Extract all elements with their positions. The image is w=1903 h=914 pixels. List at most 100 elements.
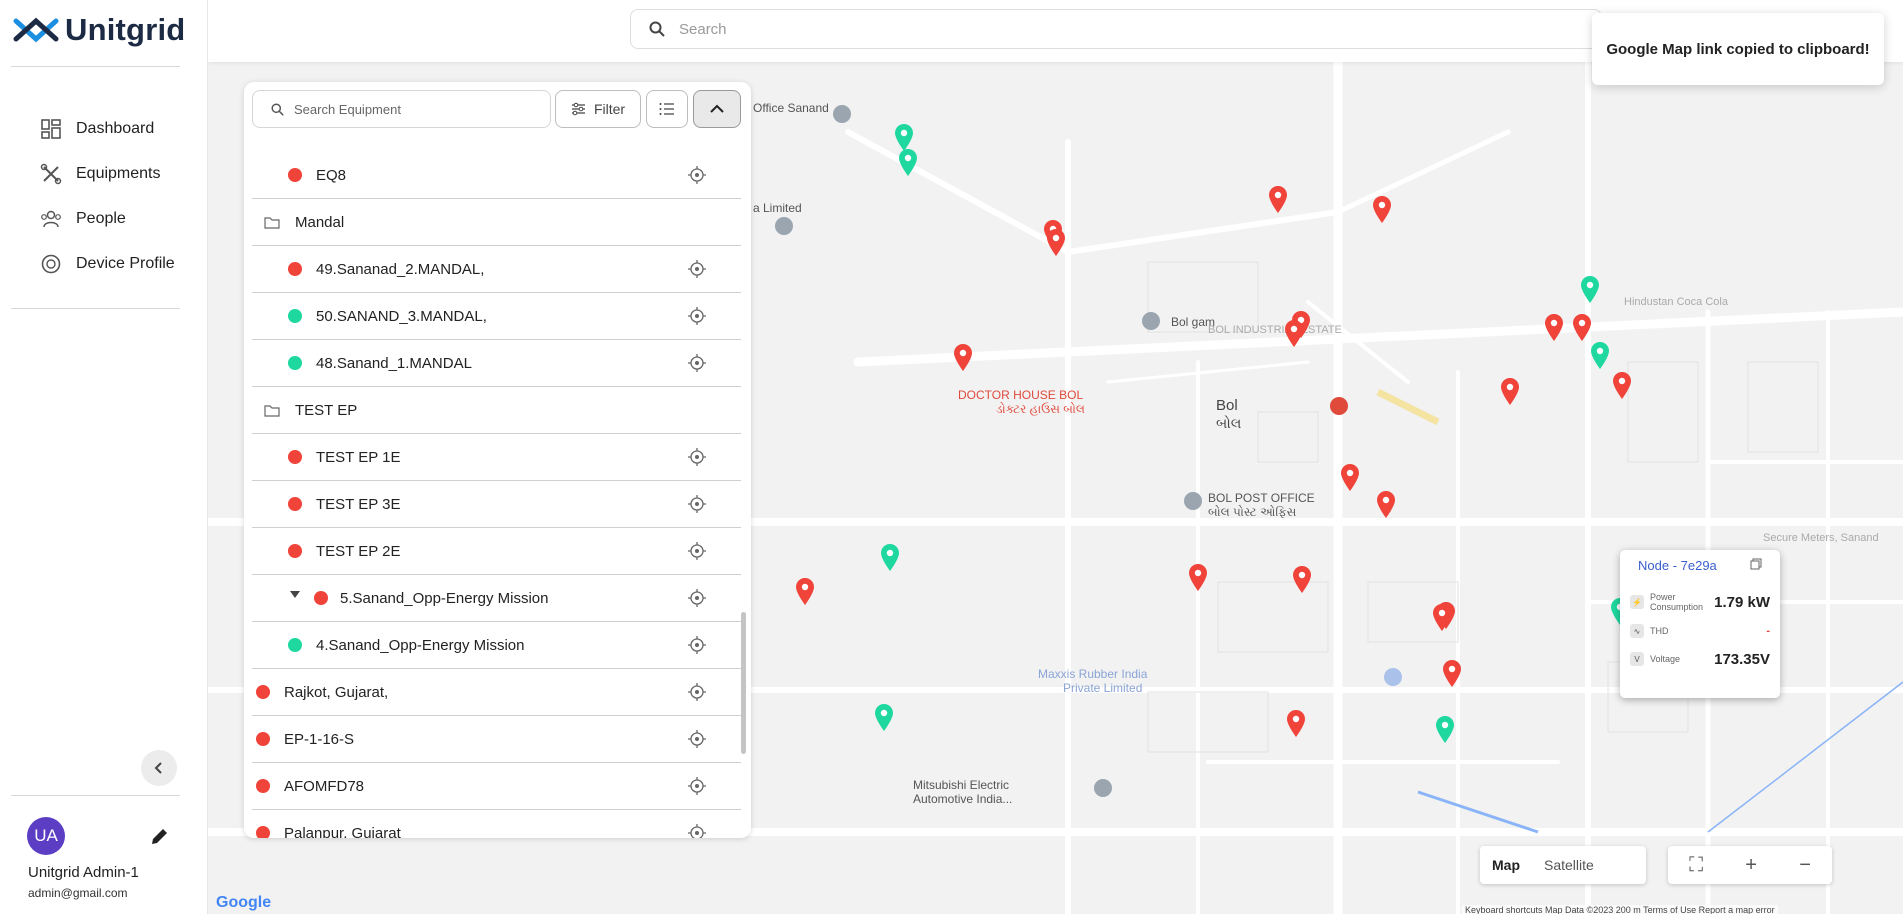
equipment-row[interactable]: Palanpur, Gujarat <box>252 810 741 838</box>
list-scrollbar[interactable] <box>741 612 746 754</box>
locate-target-icon[interactable] <box>688 307 706 325</box>
fullscreen-icon[interactable]: ⛶ <box>1689 854 1703 877</box>
logo[interactable]: Unitgrid <box>13 12 185 48</box>
equipment-search-input[interactable]: Search Equipment <box>252 90 551 128</box>
locate-target-icon[interactable] <box>688 824 706 838</box>
locate-target-icon[interactable] <box>688 589 706 607</box>
map-type-satellite[interactable]: Satellite <box>1532 846 1606 884</box>
status-dot <box>288 638 302 652</box>
caret-down-icon[interactable] <box>290 591 300 598</box>
map-pin-green-icon[interactable] <box>1590 342 1610 370</box>
locate-target-icon[interactable] <box>688 260 706 278</box>
folder-row[interactable]: Mandal <box>252 199 741 246</box>
poi-office-sanand-icon[interactable] <box>833 105 851 123</box>
copy-icon[interactable] <box>1750 558 1762 570</box>
chevron-up-icon <box>710 104 724 113</box>
map-pin-red-icon[interactable] <box>1292 566 1312 594</box>
sidebar-item-equipments[interactable]: Equipments <box>40 151 175 196</box>
map-pin-red-icon[interactable] <box>1286 710 1306 738</box>
map-pin-red-icon[interactable] <box>1612 372 1632 400</box>
sidebar-item-people[interactable]: People <box>40 196 175 241</box>
equipment-row[interactable]: EP-1-16-S <box>252 716 741 763</box>
map-pin-red-icon[interactable] <box>1500 378 1520 406</box>
equipment-row[interactable]: TEST EP 1E <box>252 434 741 481</box>
locate-target-icon[interactable] <box>688 730 706 748</box>
search-placeholder: Search <box>679 20 727 38</box>
poi-bol-gam-icon[interactable] <box>1142 312 1160 330</box>
zoom-in-button[interactable]: + <box>1745 854 1757 877</box>
filter-button[interactable]: Filter <box>555 90 641 128</box>
locate-target-icon[interactable] <box>688 354 706 372</box>
map-pin-red-icon[interactable] <box>1442 660 1462 688</box>
sidebar-item-dashboard[interactable]: Dashboard <box>40 106 175 151</box>
list-view-button[interactable] <box>646 90 688 128</box>
map-pin-red-icon[interactable] <box>1340 464 1360 492</box>
map-pin-green-icon[interactable] <box>1435 716 1455 744</box>
collapse-panel-button[interactable] <box>693 90 741 128</box>
folder-icon <box>264 405 280 417</box>
status-dot <box>288 168 302 182</box>
equipment-label: Rajkot, Gujarat, <box>284 684 389 701</box>
avatar[interactable]: UA <box>27 817 65 855</box>
node-title[interactable]: Node - 7e29a <box>1638 558 1717 573</box>
status-dot <box>256 826 270 838</box>
map-pin-green-icon[interactable] <box>874 704 894 732</box>
sidebar: Unitgrid Dashboard Equipments People Dev… <box>0 0 208 914</box>
map-label-bol-post-office: BOL POST OFFICE <box>1208 491 1315 505</box>
map-pin-red-icon[interactable] <box>1046 229 1066 257</box>
map-pin-red-icon[interactable] <box>1284 320 1304 348</box>
search-input[interactable]: Search <box>630 9 1602 49</box>
equipment-row[interactable]: 49.Sananad_2.MANDAL, <box>252 246 741 293</box>
sidebar-item-device-profile[interactable]: Device Profile <box>40 241 175 286</box>
poi-bol-post-office-icon[interactable] <box>1184 492 1202 510</box>
folder-row[interactable]: TEST EP <box>252 387 741 434</box>
map-pin-green-icon[interactable] <box>894 124 914 152</box>
map-pin-red-icon[interactable] <box>1432 604 1452 632</box>
equipment-row[interactable]: TEST EP 2E <box>252 528 741 575</box>
locate-target-icon[interactable] <box>688 166 706 184</box>
locate-target-icon[interactable] <box>688 495 706 513</box>
poi-maxxis-icon[interactable] <box>1384 668 1402 686</box>
equipment-row[interactable]: 5.Sanand_Opp-Energy Mission <box>252 575 741 622</box>
edit-icon[interactable] <box>148 826 170 848</box>
sidebar-collapse-button[interactable] <box>141 750 177 786</box>
equipment-row[interactable]: AFOMFD78 <box>252 763 741 810</box>
list-icon <box>659 103 674 115</box>
map-pin-green-icon[interactable] <box>880 544 900 572</box>
map-pin-red-icon[interactable] <box>953 344 973 372</box>
toast-notification: Google Map link copied to clipboard! <box>1592 13 1884 85</box>
chevron-left-icon <box>154 762 162 774</box>
equipment-row[interactable]: TEST EP 3E <box>252 481 741 528</box>
equipment-row[interactable]: 50.SANAND_3.MANDAL, <box>252 293 741 340</box>
map-type-map[interactable]: Map <box>1480 846 1532 884</box>
poi-mitsubishi-icon[interactable] <box>1094 779 1112 797</box>
locate-target-icon[interactable] <box>688 683 706 701</box>
map-pin-red-icon[interactable] <box>1188 564 1208 592</box>
zoom-out-button[interactable]: − <box>1799 854 1811 877</box>
locate-target-icon[interactable] <box>688 777 706 795</box>
map-pin-red-icon[interactable] <box>1572 314 1592 342</box>
zoom-control: ⛶ + − <box>1668 846 1832 884</box>
map-pin-green-icon[interactable] <box>898 149 918 177</box>
metric-label: THD <box>1650 626 1669 636</box>
status-dot <box>256 779 270 793</box>
locate-target-icon[interactable] <box>688 636 706 654</box>
poi-a-limited-icon[interactable] <box>775 217 793 235</box>
map-label-bol: Bol <box>1216 397 1238 414</box>
map-pin-red-icon[interactable] <box>1544 314 1564 342</box>
map-pin-red-icon[interactable] <box>1372 196 1392 224</box>
voltage-icon: V <box>1630 652 1644 666</box>
map-pin-red-icon[interactable] <box>1268 186 1288 214</box>
status-dot <box>288 497 302 511</box>
locate-target-icon[interactable] <box>688 448 706 466</box>
poi-hospital-icon[interactable] <box>1330 397 1348 415</box>
equipment-row[interactable]: Rajkot, Gujarat, <box>252 669 741 716</box>
map-pin-green-icon[interactable] <box>1580 276 1600 304</box>
equipment-row[interactable]: 48.Sanand_1.MANDAL <box>252 340 741 387</box>
map-pin-red-icon[interactable] <box>1376 491 1396 519</box>
equipment-row[interactable]: 4.Sanand_Opp-Energy Mission <box>252 622 741 669</box>
map-pin-red-icon[interactable] <box>795 578 815 606</box>
locate-target-icon[interactable] <box>688 542 706 560</box>
map-label-a-limited: a Limited <box>753 201 802 215</box>
equipment-row[interactable]: EQ8 <box>252 152 741 199</box>
